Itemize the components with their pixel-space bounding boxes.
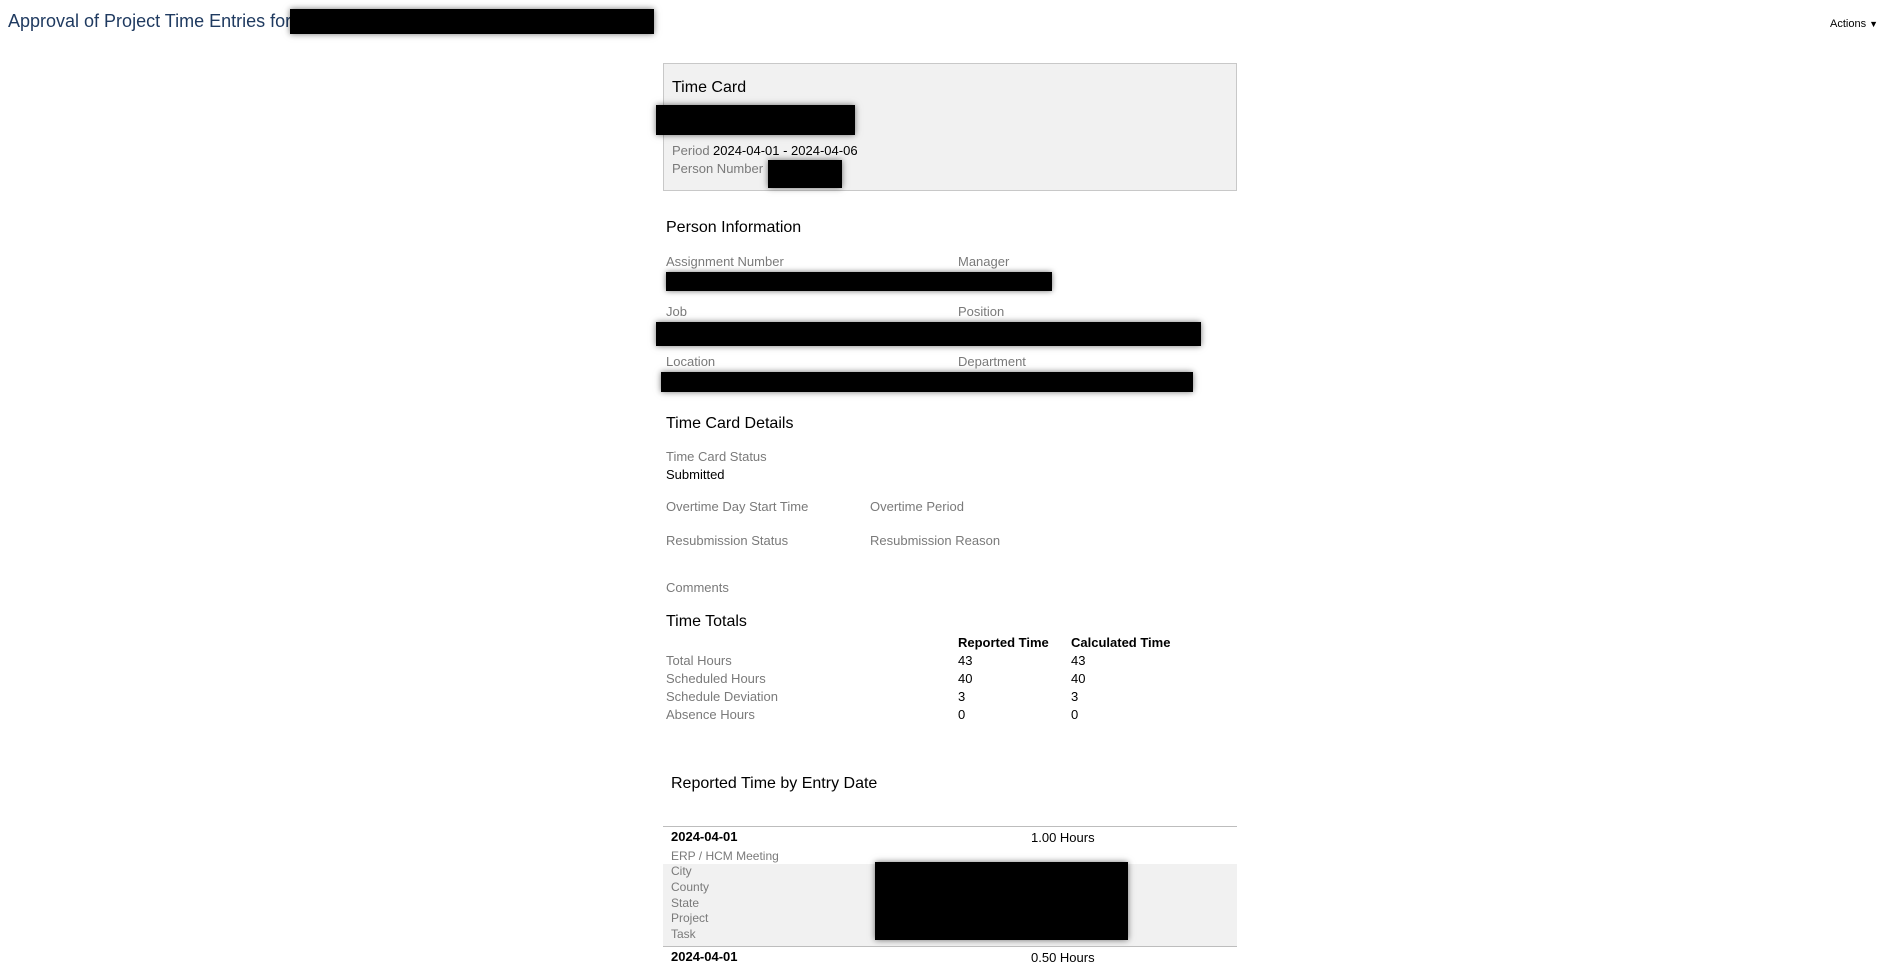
reported-time-by-entry-date-heading: Reported Time by Entry Date (671, 775, 878, 792)
redacted-person-name (656, 105, 855, 135)
attribute-label-county: County (671, 880, 710, 894)
totals-row-calculated: 40 (1071, 671, 1086, 686)
totals-row-reported: 43 (958, 653, 973, 668)
reported-time-header: Reported Time (958, 635, 1049, 650)
redacted-location-department (661, 372, 1193, 392)
attribute-label-city: City (671, 864, 692, 878)
job-label: Job (666, 304, 687, 319)
entry-date: 2024-04-01 (671, 829, 738, 844)
actions-menu-button[interactable]: Actions ▼ (1830, 18, 1878, 30)
entry-divider (663, 826, 1237, 827)
period-label: Period (672, 143, 710, 158)
attribute-label-project: Project (671, 911, 709, 925)
period-value: 2024-04-01 - 2024-04-06 (713, 143, 858, 158)
time-card-details-heading: Time Card Details (666, 415, 794, 432)
attribute-label-state: State (671, 896, 700, 910)
totals-row-calculated: 0 (1071, 707, 1079, 722)
caret-down-icon: ▼ (1869, 19, 1878, 29)
entry-divider (663, 946, 1237, 947)
location-label: Location (666, 354, 716, 369)
actions-label: Actions (1830, 18, 1867, 30)
entry-date: 2024-04-01 (671, 949, 738, 964)
entry-hours: 0.50 Hours (1031, 950, 1095, 965)
person-number-label: Person Number (672, 161, 764, 176)
totals-row-label: Absence Hours (666, 707, 755, 722)
department-label: Department (958, 354, 1026, 369)
redacted-job-position (656, 322, 1201, 346)
resubmission-reason-label: Resubmission Reason (870, 533, 1001, 548)
time-card-status-value: Submitted (666, 467, 725, 482)
redacted-assignment-manager (666, 272, 1052, 291)
entry-type: ERP / HCM Meeting (671, 849, 779, 863)
page-title: Approval of Project Time Entries for (8, 11, 292, 31)
calculated-time-header: Calculated Time (1071, 635, 1171, 650)
comments-label: Comments (666, 580, 729, 595)
time-card-heading: Time Card (672, 79, 747, 96)
totals-row-reported: 40 (958, 671, 973, 686)
assignment-number-label: Assignment Number (666, 254, 784, 269)
totals-row-calculated: 3 (1071, 689, 1079, 704)
totals-row-reported: 0 (958, 707, 966, 722)
entry-hours: 1.00 Hours (1031, 830, 1095, 845)
redacted-employee-name (290, 9, 654, 34)
overtime-day-start-label: Overtime Day Start Time (666, 499, 809, 514)
overtime-period-label: Overtime Period (870, 499, 964, 514)
time-card-status-label: Time Card Status (666, 449, 767, 464)
attribute-label-task: Task (671, 927, 696, 941)
totals-row-label: Total Hours (666, 653, 732, 668)
totals-row-label: Schedule Deviation (666, 689, 779, 704)
totals-row-calculated: 43 (1071, 653, 1086, 668)
manager-label: Manager (958, 254, 1010, 269)
totals-row-label: Scheduled Hours (666, 671, 766, 686)
position-label: Position (958, 304, 1005, 319)
person-information-heading: Person Information (666, 219, 802, 236)
redacted-entry-attributes (875, 862, 1128, 940)
totals-row-reported: 3 (958, 689, 966, 704)
time-totals-heading: Time Totals (666, 613, 747, 630)
resubmission-status-label: Resubmission Status (666, 533, 789, 548)
redacted-person-number (768, 160, 842, 188)
